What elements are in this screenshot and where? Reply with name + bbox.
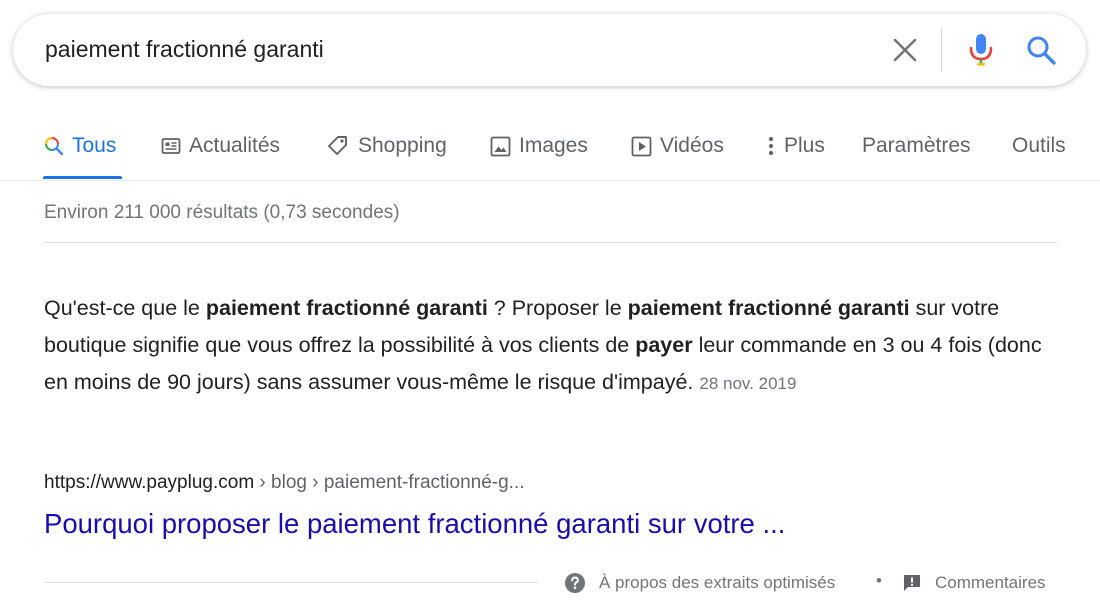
- feedback-icon: [902, 573, 922, 593]
- snippet-text: ? Proposer le: [487, 296, 628, 320]
- tab-label: Paramètres: [862, 134, 971, 157]
- active-tab-indicator: [43, 176, 122, 179]
- search-icon: [44, 136, 64, 156]
- voice-search-button[interactable]: [965, 32, 997, 68]
- snippet-text: Qu'est-ce que le: [44, 296, 206, 320]
- close-icon: [893, 38, 917, 62]
- tab-plus[interactable]: Plus: [766, 132, 825, 160]
- tabs-divider: [0, 180, 1100, 181]
- result-url[interactable]: https://www.payplug.com › blog › paiemen…: [44, 472, 525, 494]
- snippet-highlight: paiement fractionné garanti: [627, 296, 910, 320]
- tab-images[interactable]: Images: [490, 132, 588, 160]
- snippet-highlight: paiement fractionné garanti: [205, 296, 488, 320]
- tab-shopping[interactable]: Shopping: [326, 132, 447, 160]
- more-vert-icon: [766, 135, 776, 157]
- microphone-icon: [969, 34, 993, 66]
- clear-button[interactable]: [889, 34, 921, 66]
- about-featured-snippets-link[interactable]: À propos des extraits optimisés: [564, 571, 835, 595]
- footer-separator: •: [876, 571, 882, 590]
- feedback-link[interactable]: Commentaires: [902, 571, 1046, 595]
- image-icon: [490, 136, 511, 157]
- tab-label: Tous: [72, 134, 117, 157]
- help-icon: [564, 572, 586, 594]
- play-icon: [631, 136, 652, 157]
- tab-label: Plus: [784, 134, 825, 157]
- featured-snippet-text: Qu'est-ce que le paiement fractionné gar…: [44, 290, 1059, 402]
- tab-parametres[interactable]: Paramètres: [862, 132, 971, 160]
- result-stats: Environ 211 000 résultats (0,73 secondes…: [44, 202, 400, 223]
- stats-divider: [44, 242, 1057, 243]
- feedback-label: Commentaires: [935, 573, 1046, 592]
- news-icon: [161, 136, 181, 156]
- tag-icon: [326, 134, 350, 158]
- result-title-link[interactable]: Pourquoi proposer le paiement fractionné…: [44, 508, 785, 540]
- search-button[interactable]: [1023, 32, 1059, 68]
- tab-label: Outils: [1012, 134, 1066, 157]
- about-label: À propos des extraits optimisés: [599, 573, 836, 592]
- snippet-highlight: payer: [635, 333, 693, 357]
- result-breadcrumb: › blog › paiement-fractionné-g...: [254, 472, 525, 493]
- footer-divider: [44, 582, 538, 583]
- search-box-divider: [941, 28, 942, 72]
- search-input[interactable]: paiement fractionné garanti: [45, 36, 324, 63]
- tab-label: Vidéos: [660, 134, 724, 157]
- tab-label: Actualités: [189, 134, 281, 157]
- result-domain: https://www.payplug.com: [44, 472, 255, 493]
- tab-tous[interactable]: Tous: [44, 132, 116, 160]
- snippet-date: 28 nov. 2019: [699, 374, 797, 393]
- tab-outils[interactable]: Outils: [1012, 132, 1066, 160]
- tab-label: Shopping: [358, 134, 447, 157]
- tab-actualites[interactable]: Actualités: [161, 132, 280, 160]
- tab-label: Images: [519, 134, 588, 157]
- tab-videos[interactable]: Vidéos: [631, 132, 724, 160]
- search-icon: [1027, 36, 1056, 65]
- search-box[interactable]: paiement fractionné garanti: [13, 14, 1086, 86]
